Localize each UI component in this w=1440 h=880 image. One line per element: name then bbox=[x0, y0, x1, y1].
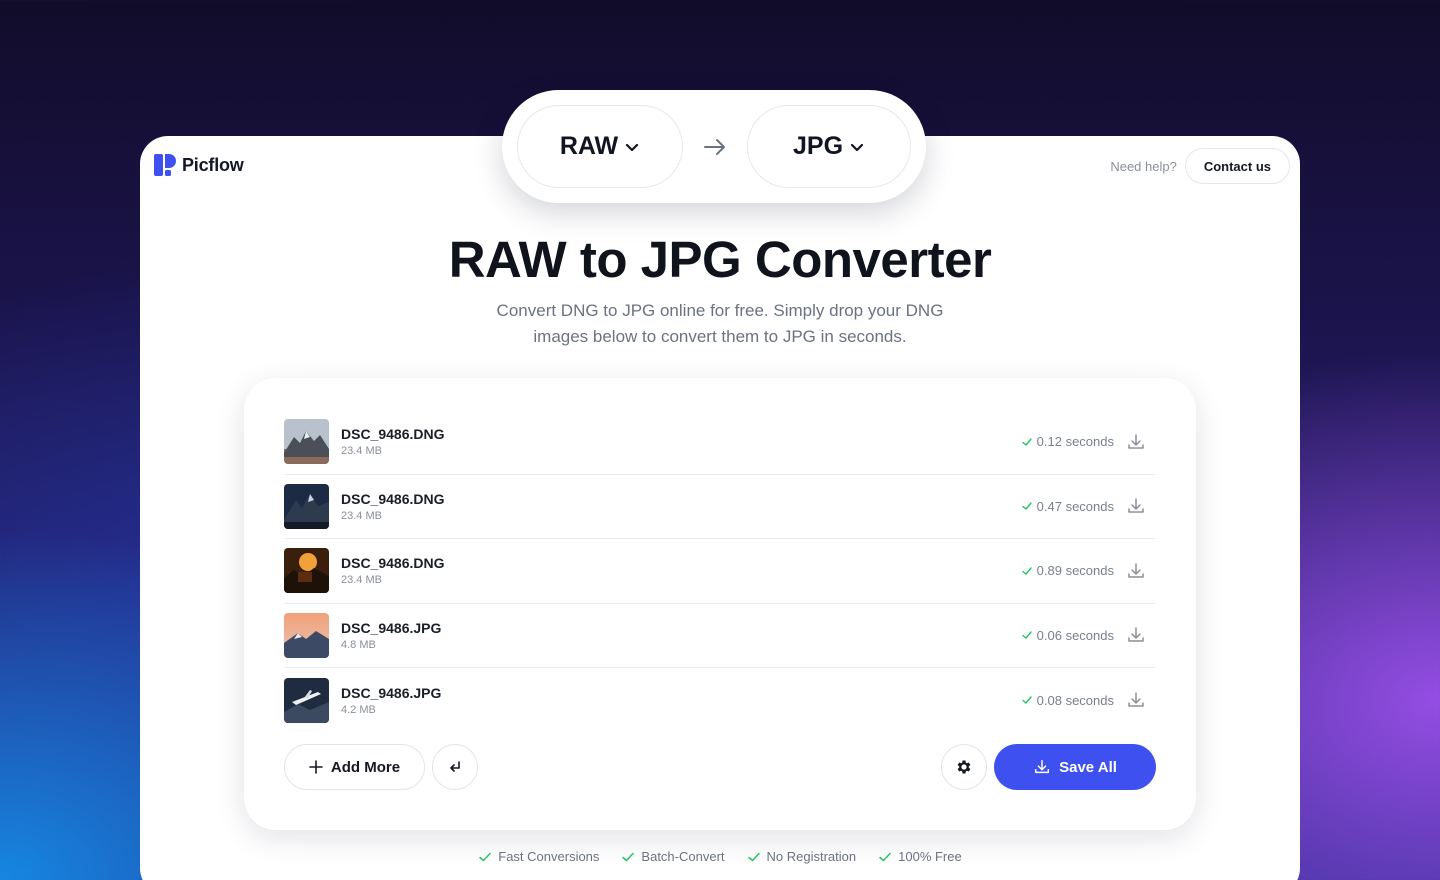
save-all-button[interactable]: Save All bbox=[994, 744, 1156, 790]
source-format-dropdown[interactable]: RAW bbox=[517, 105, 683, 188]
file-name: DSC_9486.DNG bbox=[341, 490, 445, 507]
file-size: 23.4 MB bbox=[341, 509, 382, 522]
plus-icon bbox=[309, 760, 323, 774]
conversion-time: 0.08 seconds bbox=[1036, 692, 1114, 708]
file-size: 4.8 MB bbox=[341, 638, 376, 651]
file-thumbnail bbox=[284, 677, 329, 723]
page-title: RAW to JPG Converter bbox=[448, 231, 992, 288]
file-row: DSC_9486.DNG 23.4 MB 0.12 seconds bbox=[284, 410, 1156, 475]
settings-button[interactable] bbox=[941, 744, 987, 790]
brand-name: Picflow bbox=[182, 154, 244, 175]
file-name: DSC_9486.JPG bbox=[341, 684, 442, 701]
conversion-time: 0.12 seconds bbox=[1036, 434, 1114, 450]
file-thumbnail bbox=[284, 419, 329, 465]
return-arrow-icon bbox=[450, 761, 460, 772]
check-icon bbox=[747, 852, 760, 861]
feature-label: Fast Conversions bbox=[498, 849, 600, 864]
download-icon[interactable] bbox=[1126, 561, 1146, 581]
add-more-button[interactable]: Add More bbox=[284, 744, 425, 790]
add-more-label: Add More bbox=[330, 758, 401, 776]
file-thumbnail bbox=[284, 548, 329, 594]
feature-item: No Registration bbox=[747, 849, 857, 864]
file-status: 0.06 seconds bbox=[1021, 628, 1114, 643]
contact-us-button[interactable]: Contact us bbox=[1184, 148, 1290, 184]
check-icon bbox=[1021, 502, 1032, 510]
feature-item: Fast Conversions bbox=[478, 849, 599, 864]
format-switcher: RAW JPG bbox=[502, 90, 926, 203]
check-icon bbox=[879, 852, 891, 861]
logo[interactable]: Picflow bbox=[154, 154, 244, 176]
file-row: DSC_9486.DNG 23.4 MB 0.89 seconds bbox=[284, 539, 1156, 604]
chevron-down-icon bbox=[850, 143, 864, 151]
check-icon bbox=[1021, 696, 1032, 704]
source-format-label: RAW bbox=[559, 132, 619, 160]
file-panel: DSC_9486.DNG 23.4 MB 0.12 seconds DSC_94… bbox=[244, 378, 1196, 830]
chevron-down-icon bbox=[626, 143, 639, 151]
target-format-dropdown[interactable]: JPG bbox=[747, 105, 911, 188]
download-icon bbox=[1035, 759, 1050, 774]
file-status: 0.47 seconds bbox=[1021, 499, 1114, 514]
file-status: 0.08 seconds bbox=[1021, 693, 1114, 708]
check-icon bbox=[1021, 438, 1032, 446]
download-icon[interactable] bbox=[1126, 690, 1146, 710]
target-format-label: JPG bbox=[792, 132, 844, 160]
download-icon[interactable] bbox=[1126, 432, 1146, 452]
conversion-time: 0.47 seconds bbox=[1036, 498, 1114, 514]
file-status: 0.89 seconds bbox=[1021, 563, 1114, 578]
feature-item: Batch-Convert bbox=[621, 849, 725, 864]
file-name: DSC_9486.DNG bbox=[341, 555, 445, 572]
save-all-label: Save All bbox=[1059, 758, 1117, 776]
file-row: DSC_9486.JPG 4.2 MB 0.08 seconds bbox=[284, 668, 1156, 733]
converter-card: Picflow Need help? Contact us RAW to JPG… bbox=[140, 136, 1300, 880]
download-icon[interactable] bbox=[1126, 625, 1146, 645]
file-row: DSC_9486.JPG 4.8 MB 0.06 seconds bbox=[284, 604, 1156, 668]
file-size: 23.4 MB bbox=[341, 574, 382, 587]
feature-label: No Registration bbox=[766, 849, 857, 864]
file-name: DSC_9486.JPG bbox=[341, 619, 442, 636]
feature-item: 100% Free bbox=[878, 849, 962, 864]
feature-label: Batch-Convert bbox=[641, 849, 725, 864]
check-icon bbox=[1021, 631, 1032, 639]
file-size: 4.2 MB bbox=[341, 703, 376, 716]
check-icon bbox=[622, 852, 635, 861]
arrow-right-icon bbox=[704, 139, 725, 155]
need-help-text: Need help? bbox=[1110, 158, 1177, 174]
file-name: DSC_9486.DNG bbox=[341, 426, 445, 443]
file-thumbnail bbox=[284, 483, 329, 529]
help-area: Need help? Contact us bbox=[1110, 148, 1290, 184]
return-button[interactable] bbox=[432, 744, 478, 790]
picflow-logo-icon bbox=[154, 154, 176, 176]
file-status: 0.12 seconds bbox=[1021, 434, 1114, 449]
feature-list: Fast Conversions Batch-Convert No Regist… bbox=[140, 849, 1300, 864]
file-thumbnail bbox=[284, 612, 329, 658]
file-row: DSC_9486.DNG 23.4 MB 0.47 seconds bbox=[284, 475, 1156, 539]
page-subtitle: Convert DNG to JPG online for free. Simp… bbox=[496, 301, 944, 346]
conversion-time: 0.89 seconds bbox=[1036, 563, 1114, 579]
file-list: DSC_9486.DNG 23.4 MB 0.12 seconds DSC_94… bbox=[284, 410, 1156, 733]
feature-label: 100% Free bbox=[898, 849, 962, 864]
download-icon[interactable] bbox=[1126, 496, 1146, 516]
conversion-time: 0.06 seconds bbox=[1036, 627, 1114, 643]
file-size: 23.4 MB bbox=[341, 445, 382, 458]
check-icon bbox=[479, 852, 492, 861]
gear-icon bbox=[957, 760, 971, 774]
check-icon bbox=[1021, 567, 1032, 575]
